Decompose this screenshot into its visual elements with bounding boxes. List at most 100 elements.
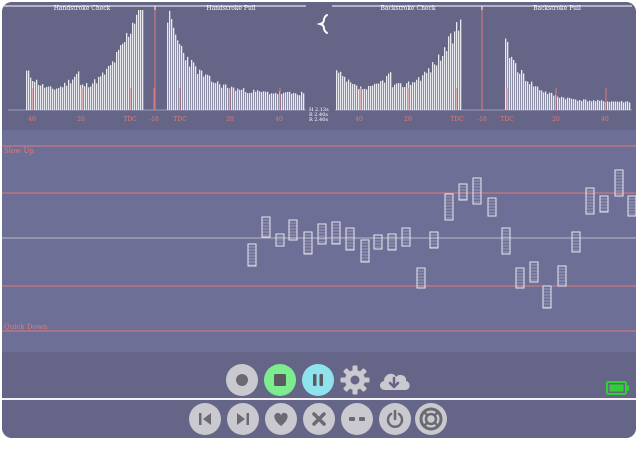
strike-marker [487,197,497,217]
histogram-bar [412,82,414,110]
histogram-bar [126,33,128,111]
histogram-bar [273,93,275,110]
timing-chart: Slow Up Quick Down [2,130,636,352]
histogram-bar [541,90,543,110]
skip-forward-button[interactable] [227,403,259,435]
download-button[interactable] [376,366,412,398]
histogram-bar [193,62,195,110]
strike-marker [542,285,552,309]
panel-title-handstroke-check: Handstroke Check [53,5,111,12]
histogram-bar [253,89,255,110]
histogram-bar [336,70,338,110]
chevron-left-icon[interactable] [315,13,331,39]
histogram-bar [197,73,199,110]
histogram-bar [402,87,404,110]
cloud-download-icon [379,373,410,390]
strike-marker [387,233,397,251]
histogram-bar [271,93,273,110]
histogram-bar [545,91,547,110]
pause-button[interactable] [302,364,334,396]
histogram-bar [617,101,619,110]
histogram-bar [448,36,450,110]
histogram-bar [50,86,52,110]
histogram-bar [527,81,529,110]
histogram-bar [84,86,86,110]
histogram-bar [350,82,352,110]
histogram-bar [519,73,521,110]
delete-button[interactable] [303,403,335,435]
histogram-bar [426,72,428,110]
like-button[interactable] [265,403,297,435]
histogram-bar [432,62,434,110]
strike-marker [472,177,482,205]
histogram-bar [378,83,380,110]
histogram-bar [573,99,575,110]
histogram-bar [557,96,559,110]
histogram-bar [438,54,440,110]
timing-legend: H 2.13s B 2.40s R 2.40s [309,108,329,123]
histogram-bar [30,77,32,110]
histogram-bar [209,75,211,110]
histogram-bar [404,86,406,110]
tag-button[interactable] [341,403,373,435]
strike-marker [373,234,383,250]
histogram-bar [509,57,511,110]
histogram-bar [291,93,293,110]
battery-indicator [606,380,630,399]
histogram-bar [515,63,517,110]
histogram-bar [551,92,553,110]
histogram-bar [446,51,448,110]
histogram-bar [388,73,390,110]
histogram-bar [414,82,416,110]
histogram-bar [625,101,627,110]
histogram-bar [344,76,346,110]
help-button[interactable] [415,403,447,435]
histogram-bar [370,85,372,110]
histogram-bar [601,100,603,110]
histogram-bar [217,81,219,110]
histogram-bar [368,85,370,110]
skip-back-icon [199,413,211,425]
histogram-bar [340,71,342,110]
histogram-bar [348,79,350,110]
histogram-bar [301,91,303,110]
histogram-bar [364,88,366,110]
settings-button[interactable] [339,364,371,400]
histogram-bar [116,51,118,110]
strike-marker [501,227,511,255]
strike-marker [288,219,298,241]
strike-marker [303,231,313,255]
skip-back-button[interactable] [189,403,221,435]
histogram-bar [583,99,585,110]
histogram-bar [42,84,44,110]
histogram-bar [112,61,114,110]
histogram-bar [108,65,110,110]
record-button[interactable] [226,364,258,396]
histogram-bar [390,72,392,110]
histogram-bar [245,92,247,110]
histogram-bar [607,101,609,110]
histogram-bar [52,88,54,110]
histogram-bar [98,76,100,110]
tick-label: 40 [275,116,283,123]
histogram-bar [191,59,193,110]
histogram-bar [181,46,183,110]
histogram-bar [136,14,138,110]
histogram-bar [68,79,70,110]
histogram-bar [203,76,205,110]
histogram-bar [100,76,102,110]
histogram-bar [450,33,452,110]
histogram-bar [140,10,142,110]
histogram-bar [603,101,605,110]
strike-marker [317,223,327,245]
histogram-bar [70,83,72,110]
tick-label: 20 [404,116,412,123]
gear-icon [340,365,370,395]
histogram-bar [539,90,541,110]
power-button[interactable] [379,403,411,435]
stop-button[interactable] [264,364,296,396]
strike-marker [614,169,624,197]
histogram-bar [120,45,122,110]
histogram-bar [96,83,98,110]
histogram-bar [458,30,460,110]
